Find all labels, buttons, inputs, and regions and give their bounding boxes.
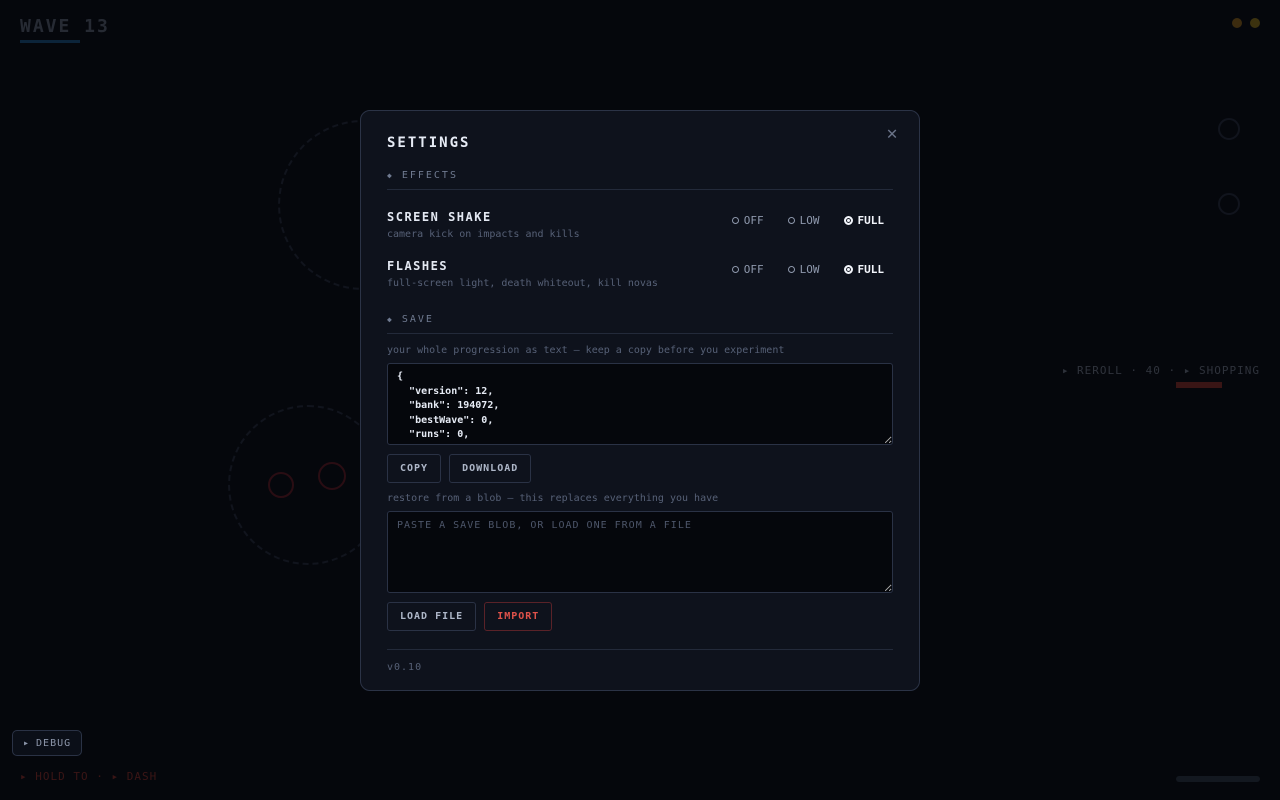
copy-button[interactable]: COPY	[387, 454, 442, 483]
radio-icon	[787, 266, 795, 273]
effects-section-label: EFFECTS	[401, 170, 458, 181]
export-hint: your whole progression as text — keep a …	[387, 345, 785, 356]
option-label: OFF	[743, 263, 764, 276]
target-icon	[1218, 193, 1240, 215]
screen-shake-option-low[interactable]: LOW	[787, 214, 820, 227]
radio-icon	[787, 217, 795, 224]
screen-shake-option-off[interactable]: OFF	[731, 214, 764, 227]
option-label: LOW	[799, 263, 820, 276]
controls-hint: ▸ HOLD TO · ▸ DASH	[20, 770, 158, 783]
shop-bar	[1176, 382, 1222, 388]
wave-title: WAVE 13	[20, 16, 110, 37]
flashes-option-low[interactable]: LOW	[787, 263, 820, 276]
option-label: FULL	[857, 214, 885, 227]
close-icon[interactable]: ✕	[881, 123, 903, 145]
coin-icon	[1232, 18, 1242, 28]
debug-label: DEBUG	[36, 737, 72, 749]
screen-shake-setting: SCREEN SHAKE camera kick on impacts and …	[387, 210, 893, 240]
help-icon	[1218, 118, 1240, 140]
import-hint: restore from a blob — this replaces ever…	[387, 493, 719, 504]
import-actions: LOAD FILE IMPORT	[387, 602, 893, 631]
flashes-options: OFF LOW FULL	[731, 263, 885, 276]
modal-title: SETTINGS	[387, 135, 471, 151]
settings-modal: SETTINGS ✕ ◆ EFFECTS SCREEN SHAKE camera…	[360, 110, 920, 691]
diamond-icon: ◆	[387, 315, 394, 324]
flashes-label: FLASHES	[387, 259, 449, 273]
caret-right-icon: ▸	[23, 737, 31, 749]
import-button[interactable]: IMPORT	[484, 602, 553, 631]
flashes-description: full-screen light, death whiteout, kill …	[387, 278, 658, 289]
debug-button[interactable]: ▸ DEBUG	[12, 730, 83, 756]
screen-shake-description: camera kick on impacts and kills	[387, 229, 580, 240]
radio-selected-icon	[843, 265, 853, 274]
option-label: OFF	[743, 214, 764, 227]
wave-progress-bar	[20, 40, 80, 43]
export-actions: COPY DOWNLOAD	[387, 454, 893, 483]
top-right-icons	[1232, 18, 1260, 28]
footer-divider	[387, 649, 893, 650]
import-textarea[interactable]	[387, 511, 893, 593]
save-blob-textarea[interactable]: { "version": 12, "bank": 194072, "bestWa…	[387, 363, 893, 445]
effects-section-header: ◆ EFFECTS	[387, 170, 893, 190]
flashes-option-off[interactable]: OFF	[731, 263, 764, 276]
save-section-label: SAVE	[401, 314, 434, 325]
load-file-button[interactable]: LOAD FILE	[387, 602, 477, 631]
radio-selected-icon	[843, 216, 853, 225]
enemy-marker	[268, 472, 294, 498]
download-button[interactable]: DOWNLOAD	[449, 454, 532, 483]
flashes-option-full[interactable]: FULL	[843, 263, 885, 276]
status-bar	[1176, 776, 1260, 782]
screen-shake-label: SCREEN SHAKE	[387, 210, 492, 224]
save-section-header: ◆ SAVE	[387, 314, 893, 334]
option-label: FULL	[857, 263, 885, 276]
screen-shake-option-full[interactable]: FULL	[843, 214, 885, 227]
shop-text: ▸ REROLL · 40 · ▸ SHOPPING	[1061, 364, 1260, 377]
radio-icon	[731, 217, 739, 224]
screen-shake-options: OFF LOW FULL	[731, 214, 885, 227]
flashes-setting: FLASHES full-screen light, death whiteou…	[387, 259, 893, 289]
diamond-icon: ◆	[387, 171, 394, 180]
option-label: LOW	[799, 214, 820, 227]
enemy-marker	[318, 462, 346, 490]
radio-icon	[731, 266, 739, 273]
version-label: v0.10	[387, 662, 423, 673]
gem-icon	[1250, 18, 1260, 28]
